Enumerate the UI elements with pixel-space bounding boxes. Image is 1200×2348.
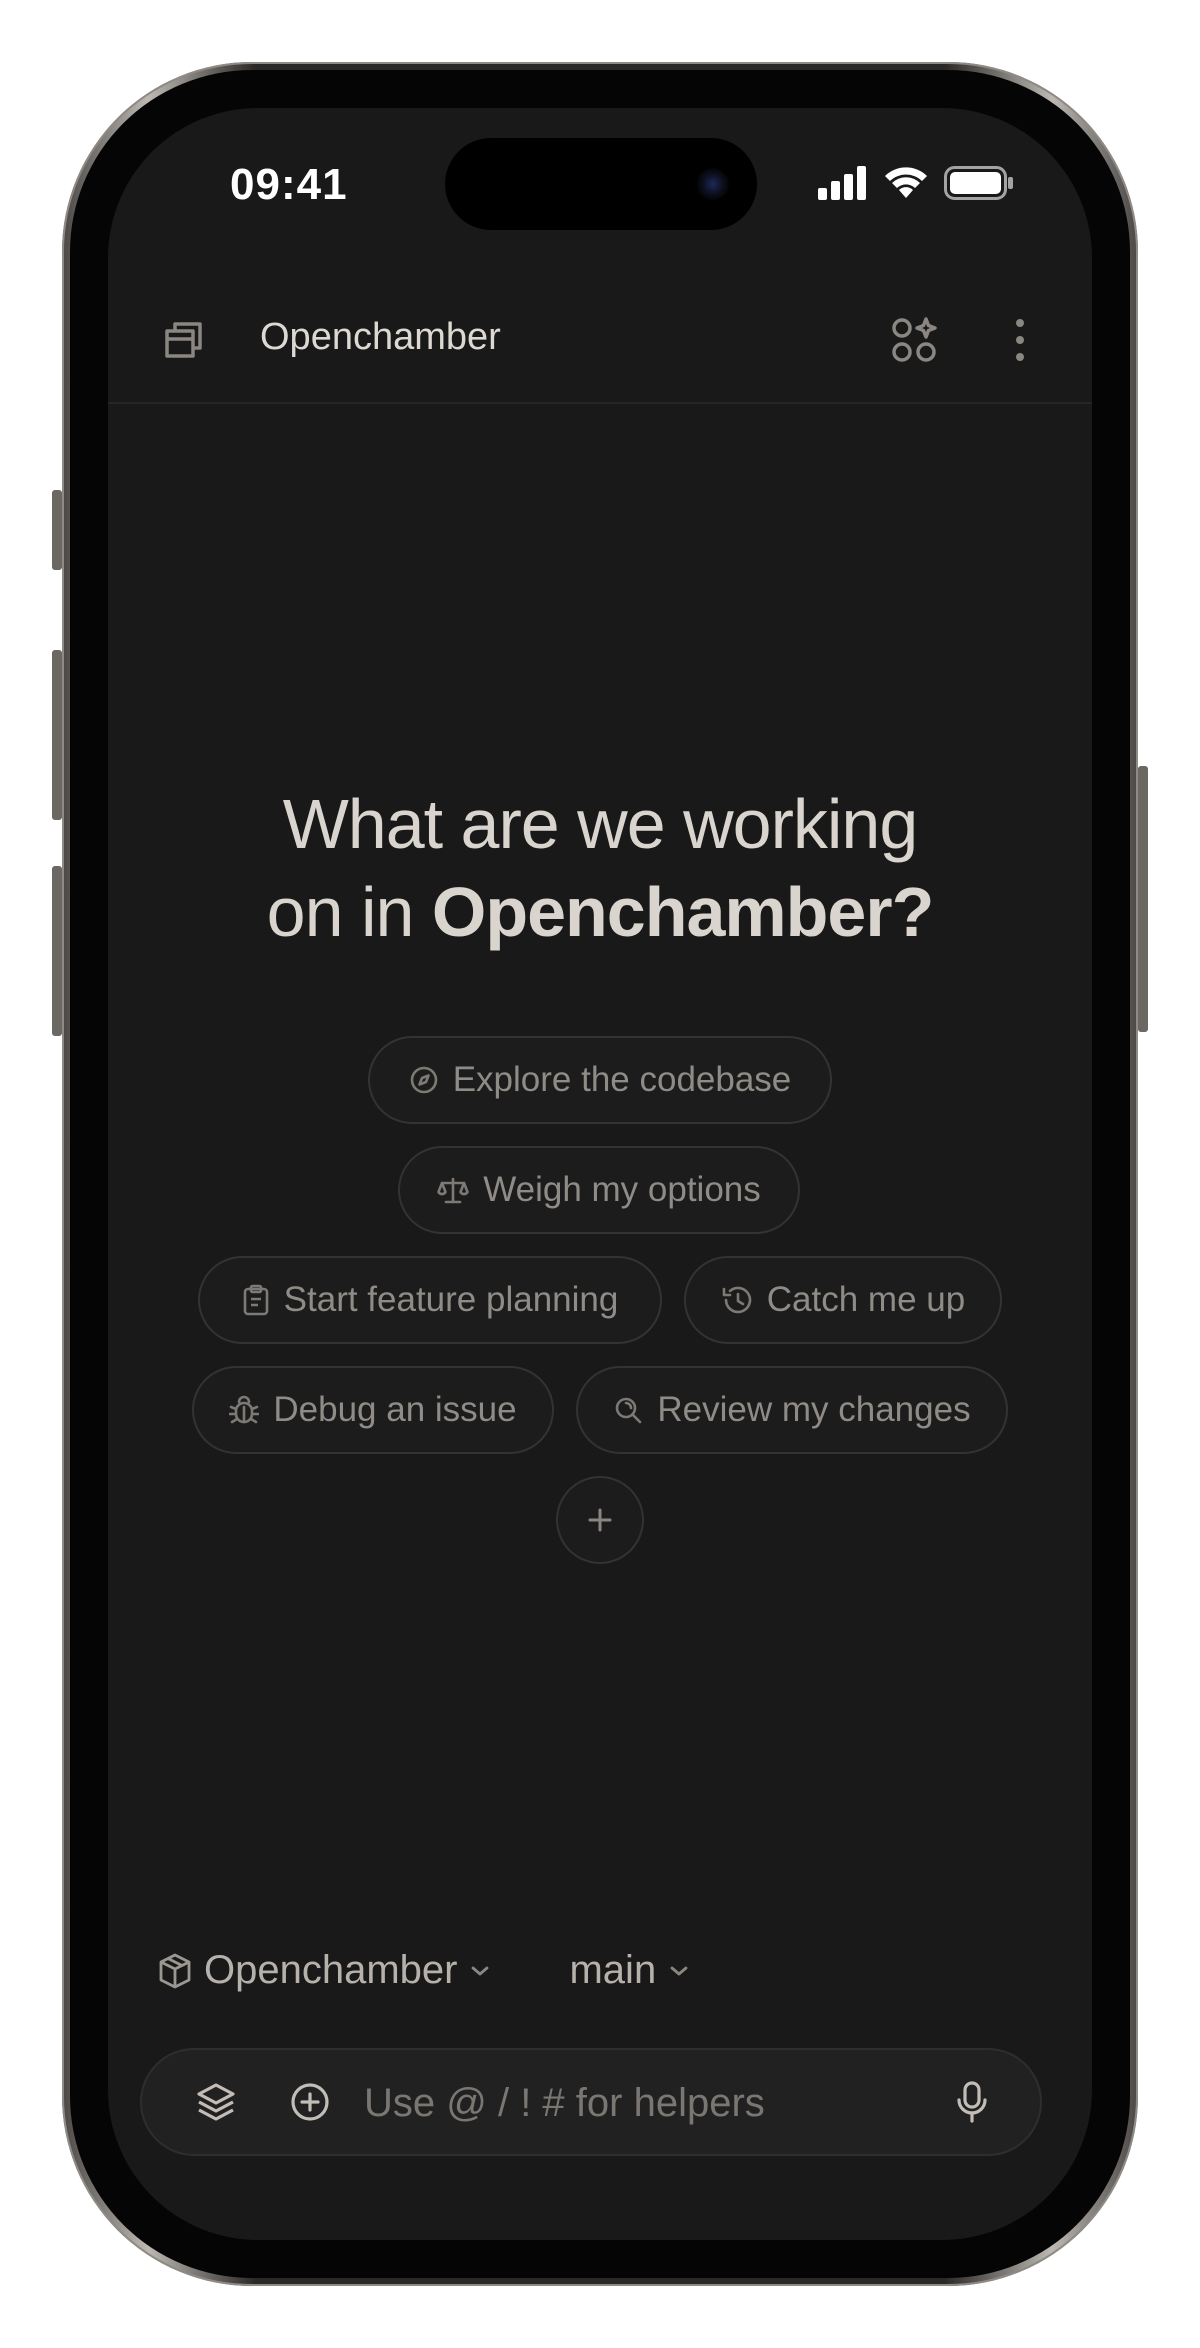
voice-input-button[interactable] (942, 2072, 1002, 2132)
clipboard-icon (243, 1284, 268, 1316)
search-icon (616, 1397, 642, 1424)
header-title: Openchamber (260, 316, 501, 358)
welcome-line-2: on in Openchamber? (108, 868, 1092, 956)
context-selector-row: Openchamber main (158, 1948, 690, 1993)
sessions-button[interactable] (152, 308, 216, 372)
welcome-heading: What are we working on in Openchamber? (108, 780, 1092, 956)
history-icon (722, 1286, 752, 1314)
scale-icon (437, 1177, 470, 1204)
suggestion-label: Catch me up (766, 1280, 966, 1319)
welcome-prefix: on in (266, 873, 432, 951)
compass-icon (410, 1066, 438, 1094)
welcome-line-1: What are we working (282, 785, 919, 863)
power-button (1138, 766, 1148, 1032)
suggestion-label: Weigh my options (483, 1170, 761, 1209)
suggestion-label: Debug an issue (273, 1390, 517, 1429)
volume-down-button (52, 866, 62, 1036)
suggestion-label: Review my changes (657, 1390, 971, 1429)
volume-up-button (52, 650, 62, 820)
suggestion-weigh-options[interactable]: Weigh my options (398, 1146, 800, 1234)
battery-icon (944, 166, 1013, 200)
status-time: 09:41 (230, 160, 348, 209)
plus-circle-icon (291, 2083, 329, 2121)
status-bar: 09:41 (108, 108, 1092, 258)
project-selector[interactable]: Openchamber (158, 1948, 491, 1993)
message-input[interactable] (362, 2072, 926, 2134)
wifi-icon (885, 167, 927, 198)
camera-icon (697, 168, 729, 200)
plus-icon (588, 1508, 612, 1532)
signal-icon (818, 166, 866, 200)
status-icons (818, 166, 1014, 200)
project-name: Openchamber (204, 1948, 458, 1992)
widgets-button[interactable] (882, 308, 946, 372)
apps-sparkle-icon (892, 317, 937, 362)
stacked-pages-icon (165, 322, 202, 358)
suggestion-catch-me-up[interactable]: Catch me up (684, 1256, 1002, 1344)
layers-button[interactable] (186, 2072, 246, 2132)
attach-button[interactable] (280, 2072, 340, 2132)
message-composer (140, 2048, 1042, 2156)
package-icon (159, 1953, 191, 1988)
app-screen: 09:41 Openchamber What are we working on… (108, 108, 1092, 2240)
microphone-icon (957, 2081, 987, 2123)
suggestion-debug-issue[interactable]: Debug an issue (192, 1366, 554, 1454)
chevron-down-icon (670, 1966, 688, 1975)
bug-icon (229, 1395, 260, 1424)
action-button (52, 490, 62, 570)
layers-icon (197, 2083, 235, 2121)
suggestion-start-feature-planning[interactable]: Start feature planning (198, 1256, 662, 1344)
dynamic-island (445, 138, 757, 230)
branch-selector[interactable]: main (569, 1948, 690, 1993)
welcome-project-name: Openchamber (431, 873, 893, 951)
add-suggestion-button[interactable] (556, 1476, 644, 1564)
branch-name: main (569, 1948, 657, 1992)
suggestion-label: Explore the codebase (452, 1060, 792, 1099)
welcome-suffix: ? (891, 873, 935, 951)
suggestion-review-changes[interactable]: Review my changes (576, 1366, 1008, 1454)
more-options-button[interactable] (988, 308, 1052, 372)
suggestion-explore-codebase[interactable]: Explore the codebase (368, 1036, 832, 1124)
app-header: Openchamber (108, 288, 1092, 404)
chevron-down-icon (472, 1966, 489, 1975)
suggestion-label: Start feature planning (283, 1280, 619, 1319)
more-vertical-icon (1016, 319, 1024, 361)
